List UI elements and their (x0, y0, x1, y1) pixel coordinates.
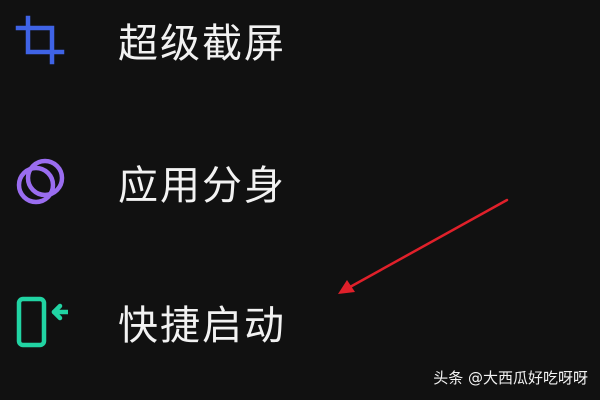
quick-launch-icon (12, 294, 68, 350)
menu-item-label: 应用分身 (118, 163, 286, 209)
menu-item-app-clone[interactable]: 应用分身 (0, 130, 600, 240)
menu-item-label: 超级截屏 (118, 21, 286, 67)
crop-icon (12, 12, 68, 68)
settings-menu: 超级截屏 应用分身 快捷启动 (0, 0, 600, 400)
menu-item-quick-launch[interactable]: 快捷启动 (0, 270, 600, 380)
menu-item-super-screenshot[interactable]: 超级截屏 (0, 0, 600, 100)
overlapping-circles-icon (12, 154, 68, 210)
watermark: 头条 @大西瓜好吃呀呀 (433, 369, 588, 387)
menu-item-label: 快捷启动 (118, 303, 286, 349)
